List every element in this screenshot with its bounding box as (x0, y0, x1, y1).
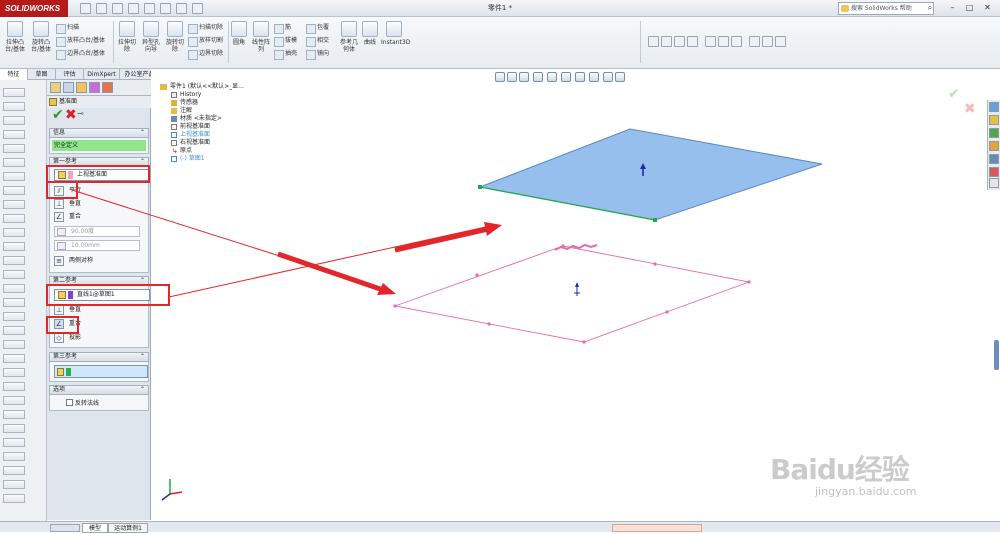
bottom-tabs: 模型 运动算例1 (0, 521, 1000, 533)
confirm-ok-icon[interactable]: ✔ (948, 86, 960, 102)
search-results-icon[interactable] (989, 141, 999, 151)
line-endpoint (478, 185, 482, 189)
highlight-second-reference (46, 284, 170, 306)
sketch-point (475, 273, 479, 277)
sketch-label-scribble (554, 243, 598, 251)
vertical-scrollbar[interactable] (994, 340, 999, 370)
sketch1-rectangle[interactable] (393, 245, 751, 343)
watermark-url: jingyan.baidu.com (815, 485, 917, 498)
file-explorer-icon[interactable] (989, 128, 999, 138)
annotation-arrowhead (484, 222, 502, 236)
view-palette-icon[interactable] (989, 154, 999, 164)
watermark-logo: Baidu经验 (770, 453, 910, 486)
confirm-cancel-icon[interactable]: ✖ (964, 101, 976, 117)
task-pane-tabs (987, 100, 1000, 190)
new-plane-preview[interactable] (478, 128, 823, 221)
custom-properties-icon[interactable] (989, 178, 999, 188)
sketch-point (487, 322, 491, 326)
line-endpoint (653, 218, 657, 222)
triad-x-axis (169, 491, 183, 495)
sketch-point (747, 280, 751, 284)
sketch-point (582, 340, 586, 344)
design-library-icon[interactable] (989, 115, 999, 125)
highlight-first-reference (46, 165, 150, 183)
status-indicator (612, 524, 702, 532)
sketch-point (665, 310, 669, 314)
triad-z-axis (161, 493, 171, 501)
origin-arrowhead (575, 282, 579, 287)
annotation-arrow-thick (277, 251, 384, 293)
sketch-point (653, 262, 657, 266)
annotation-line (168, 225, 491, 298)
highlight-coincident (46, 316, 79, 334)
tab-scroll-arrows[interactable] (50, 524, 80, 532)
annotation-arrow-thick (394, 226, 489, 253)
sketch-point (393, 304, 397, 308)
appearances-icon[interactable] (989, 167, 999, 177)
resources-icon[interactable] (989, 102, 999, 112)
